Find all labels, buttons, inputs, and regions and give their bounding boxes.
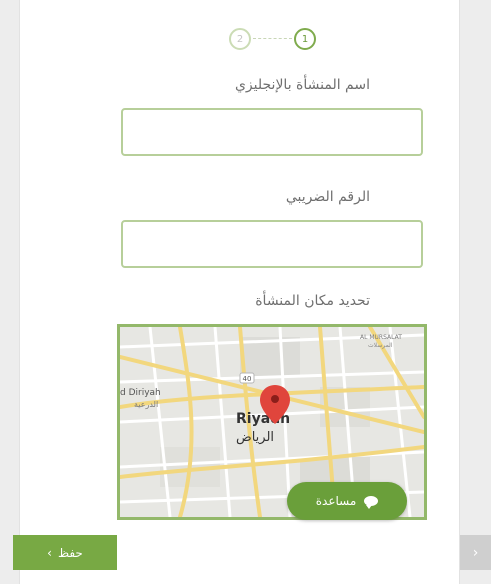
- step-indicator-2[interactable]: 2: [229, 28, 251, 50]
- name-en-input[interactable]: [121, 108, 423, 156]
- location-label: تحديد مكان المنشأة: [255, 293, 370, 309]
- map-neighborhood-ar: المرسلات: [368, 342, 393, 349]
- save-button[interactable]: ‹ حفظ: [13, 535, 117, 570]
- step-indicator-1-active[interactable]: 1: [294, 28, 316, 50]
- form-panel: 2 1 اسم المنشأة بالإنجليزي الرقم الضريبي…: [19, 0, 460, 584]
- map-city-ar: الرياض: [236, 430, 274, 445]
- chat-bubble-icon: [364, 496, 379, 509]
- road-badge: 40: [243, 375, 252, 383]
- next-arrow-button[interactable]: ›: [460, 535, 491, 570]
- help-button-label: مساعدة: [315, 494, 357, 508]
- chevron-left-icon: ‹: [47, 545, 52, 560]
- map-district-en: d Diriyah: [120, 388, 161, 398]
- tax-number-label: الرقم الضريبي: [285, 189, 370, 205]
- step-connector: [253, 38, 292, 39]
- help-button[interactable]: مساعدة: [287, 482, 407, 520]
- chevron-right-icon: ›: [472, 544, 479, 561]
- save-button-label: حفظ: [57, 545, 83, 560]
- map-neighborhood-en: AL MURSALAT: [360, 334, 402, 341]
- name-en-label: اسم المنشأة بالإنجليزي: [234, 77, 370, 93]
- map-district-ar: الدرعية: [134, 400, 158, 409]
- tax-number-input[interactable]: [121, 220, 423, 268]
